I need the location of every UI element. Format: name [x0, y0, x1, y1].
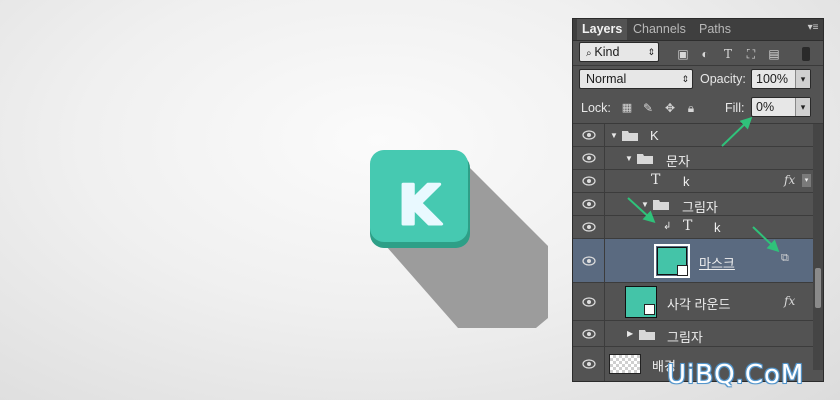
divider	[573, 65, 823, 66]
eye-icon[interactable]	[582, 359, 596, 369]
visibility-column	[573, 283, 605, 320]
visibility-column	[573, 193, 605, 215]
eye-icon[interactable]	[582, 176, 596, 186]
fx-icon[interactable]: fx	[784, 173, 795, 187]
expand-triangle-icon[interactable]: ▶	[627, 329, 633, 338]
layer-name: k	[714, 220, 721, 235]
lock-transparent-icon[interactable]: ▦	[620, 101, 634, 115]
eye-icon[interactable]	[582, 222, 596, 232]
scrollbar-thumb[interactable]	[815, 268, 821, 308]
layer-name[interactable]: 마스크	[699, 253, 735, 272]
expand-triangle-icon[interactable]: ▼	[625, 154, 633, 163]
panel-menu-icon[interactable]: ▾≡	[806, 22, 820, 34]
layer-row-group-text[interactable]: ▼ 문자	[573, 147, 813, 170]
eye-icon[interactable]	[582, 153, 596, 163]
tab-channels[interactable]: Channels	[628, 19, 691, 40]
blend-mode-dropdown[interactable]: Normal ⇕	[579, 69, 693, 89]
blend-mode-value: Normal	[586, 72, 627, 86]
filter-toggle-icon[interactable]	[802, 47, 810, 61]
layer-name: 그림자	[667, 330, 703, 345]
clipping-mask-icon: ↲	[663, 221, 672, 232]
expand-triangle-icon[interactable]: ▼	[610, 131, 618, 140]
type-layer-icon: T	[683, 218, 693, 234]
folder-icon	[622, 131, 638, 141]
vector-mask-badge-icon	[644, 304, 655, 315]
layers-panel: Layers Channels Paths ▾≡ ⌕ Kind ⇕ ▣ ◐ T …	[572, 18, 824, 382]
visibility-column	[573, 321, 605, 346]
layer-row-text-k-clipped[interactable]: ↲ T k	[573, 216, 813, 239]
fill-value: 0%	[756, 100, 775, 114]
lock-label: Lock:	[581, 101, 611, 115]
updown-arrow-icon: ⇕	[681, 74, 689, 84]
layer-name: 사각 라운드	[667, 297, 731, 312]
layer-row-group-shadow-collapsed[interactable]: ▶ 그림자	[573, 321, 813, 347]
image-filter-icon[interactable]: ▣	[676, 47, 690, 61]
watermark: UiBQ.CoM	[667, 360, 805, 390]
filter-kind-dropdown[interactable]: ⌕ Kind ⇕	[579, 42, 659, 62]
chevron-down-icon[interactable]: ▾	[802, 174, 811, 187]
shape-filter-icon[interactable]: ⛶	[744, 47, 758, 61]
lock-position-icon[interactable]: ✥	[663, 101, 677, 115]
linked-mask-icon: ⧉	[781, 251, 789, 264]
eye-icon[interactable]	[582, 256, 596, 266]
layer-name: 그림자	[682, 200, 718, 215]
lock-all-icon[interactable]: 🔒︎	[684, 101, 698, 115]
vector-mask-badge-icon	[677, 265, 688, 276]
layer-row-group-shadow[interactable]: ▼ 그림자	[573, 193, 813, 216]
fill-field[interactable]: 0% ▾	[751, 97, 811, 117]
panel-tab-bar: Layers Channels Paths ▾≡	[573, 19, 823, 41]
layer-row-rounded-rect[interactable]: 사각 라운드 fx	[573, 283, 813, 321]
filter-kind-label: Kind	[594, 45, 620, 59]
opacity-field[interactable]: 100% ▾	[751, 69, 811, 89]
folder-icon	[637, 154, 653, 164]
opacity-label: Opacity:	[700, 72, 746, 86]
layers-scrollbar[interactable]	[813, 124, 823, 370]
eye-icon[interactable]	[582, 130, 596, 140]
type-filter-icon[interactable]: T	[721, 47, 735, 61]
visibility-column	[573, 124, 605, 146]
fx-icon[interactable]: fx	[784, 294, 795, 308]
k-letter: K	[398, 174, 442, 237]
layer-row-mask-selected[interactable]: 마스크 ⧉	[573, 239, 813, 283]
chevron-down-icon[interactable]: ▾	[795, 98, 810, 116]
visibility-column	[573, 170, 605, 192]
tab-paths[interactable]: Paths	[694, 19, 736, 40]
layer-name: 문자	[666, 154, 690, 169]
visibility-column	[573, 147, 605, 169]
lock-image-icon[interactable]: ✎	[641, 101, 655, 115]
eye-icon[interactable]	[582, 329, 596, 339]
smart-object-filter-icon[interactable]: ▤	[767, 47, 781, 61]
eye-icon[interactable]	[582, 199, 596, 209]
visibility-column	[573, 347, 605, 381]
visibility-column	[573, 216, 605, 238]
chevron-down-icon[interactable]: ▾	[795, 70, 810, 88]
updown-arrow-icon: ⇕	[647, 47, 655, 57]
layer-row-text-k[interactable]: T k fx ▾	[573, 170, 813, 193]
visibility-column	[573, 239, 605, 282]
eye-icon[interactable]	[582, 297, 596, 307]
fill-label: Fill:	[725, 101, 745, 115]
layer-name: k	[683, 174, 690, 189]
layer-row-group-k[interactable]: ▼ K	[573, 124, 813, 147]
tab-layers[interactable]: Layers	[577, 19, 628, 40]
layer-name: K	[650, 128, 659, 143]
folder-icon	[653, 200, 669, 210]
layer-thumbnail[interactable]	[609, 354, 641, 374]
type-layer-icon: T	[651, 172, 661, 188]
adjustment-filter-icon[interactable]: ◐	[698, 47, 712, 61]
expand-triangle-icon[interactable]: ▼	[641, 200, 649, 209]
folder-icon	[639, 330, 655, 340]
opacity-value: 100%	[756, 72, 788, 86]
